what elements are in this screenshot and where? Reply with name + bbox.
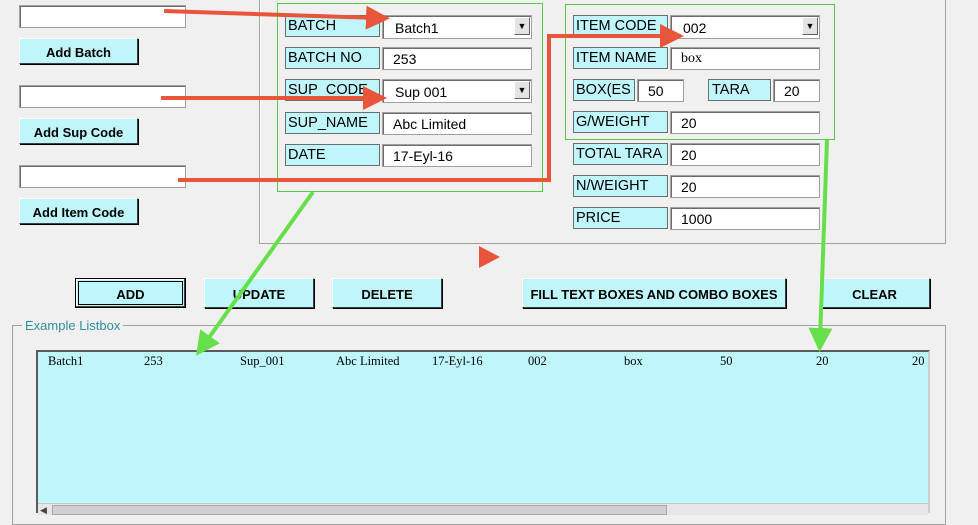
n-weight-field[interactable]: 20 xyxy=(670,175,820,198)
boxes-label: BOX(ES xyxy=(573,79,635,101)
tara-label: TARA xyxy=(708,79,771,101)
batch-no-label: BATCH NO xyxy=(285,47,380,69)
add-batch-button[interactable]: Add Batch xyxy=(19,38,138,64)
cell-batch-no: 253 xyxy=(144,354,163,368)
listbox-horizontal-scrollbar[interactable]: ◀ xyxy=(38,503,928,515)
total-tara-field[interactable]: 20 xyxy=(670,143,820,166)
batch-combo[interactable]: Batch1 ▼ xyxy=(382,15,532,39)
item-code-combo[interactable]: 002 ▼ xyxy=(670,15,820,39)
add-button[interactable]: ADD xyxy=(75,278,186,308)
date-label: DATE xyxy=(285,144,380,166)
batch-input[interactable] xyxy=(19,5,186,28)
g-weight-label: G/WEIGHT xyxy=(573,111,668,133)
price-field[interactable]: 1000 xyxy=(670,207,820,230)
red-marker-triangle xyxy=(479,246,500,268)
chevron-down-icon[interactable]: ▼ xyxy=(514,81,530,99)
clear-button[interactable]: CLEAR xyxy=(819,278,930,308)
delete-button[interactable]: DELETE xyxy=(332,278,442,308)
sup-code-input[interactable] xyxy=(19,85,186,108)
item-code-combo-value: 002 xyxy=(683,20,707,36)
price-label: PRICE xyxy=(573,207,668,229)
scrollbar-thumb[interactable] xyxy=(52,505,667,515)
add-item-code-button[interactable]: Add Item Code xyxy=(19,198,138,224)
update-button[interactable]: UPDATE xyxy=(204,278,314,308)
cell-date: 17-Eyl-16 xyxy=(432,354,483,368)
item-name-field[interactable]: box xyxy=(670,47,820,70)
cell-tara: 20 xyxy=(816,354,829,368)
cell-boxes: 50 xyxy=(720,354,733,368)
cell-sup-code: Sup_001 xyxy=(240,354,285,368)
sup-code-combo[interactable]: Sup 001 ▼ xyxy=(382,79,532,103)
n-weight-label: N/WEIGHT xyxy=(573,175,668,197)
cell-item-code: 002 xyxy=(528,354,547,368)
cell-total-tara: 20 xyxy=(912,354,925,368)
add-sup-code-button[interactable]: Add Sup Code xyxy=(19,118,138,144)
scroll-left-icon[interactable]: ◀ xyxy=(40,504,50,516)
sup-code-combo-value: Sup 001 xyxy=(395,84,448,100)
total-tara-label: TOTAL TARA xyxy=(573,143,668,165)
example-listbox[interactable]: Batch1 253 Sup_001 Abc Limited 17-Eyl-16… xyxy=(36,350,930,515)
item-code-label: ITEM CODE xyxy=(573,15,668,37)
sup-code-label: SUP_CODE xyxy=(285,79,380,101)
chevron-down-icon[interactable]: ▼ xyxy=(514,17,530,35)
boxes-field[interactable]: 50 xyxy=(637,79,684,102)
fill-boxes-button[interactable]: FILL TEXT BOXES AND COMBO BOXES xyxy=(522,278,786,308)
sup-name-label: SUP_NAME xyxy=(285,112,380,134)
batch-label: BATCH xyxy=(285,15,380,37)
chevron-down-icon[interactable]: ▼ xyxy=(802,17,818,35)
item-name-label: ITEM NAME xyxy=(573,47,668,69)
g-weight-field[interactable]: 20 xyxy=(670,111,820,134)
list-item[interactable]: Batch1 253 Sup_001 Abc Limited 17-Eyl-16… xyxy=(38,352,928,370)
cell-batch: Batch1 xyxy=(48,354,84,368)
batch-no-field[interactable]: 253 xyxy=(382,47,532,70)
date-field[interactable]: 17-Eyl-16 xyxy=(382,144,532,167)
batch-combo-value: Batch1 xyxy=(395,20,439,36)
item-code-input[interactable] xyxy=(19,165,186,188)
cell-item-name: box xyxy=(624,354,643,368)
sup-name-field[interactable]: Abc Limited xyxy=(382,112,532,135)
listbox-legend: Example Listbox xyxy=(22,318,124,333)
cell-sup-name: Abc Limited xyxy=(336,354,400,368)
tara-field[interactable]: 20 xyxy=(773,79,820,102)
